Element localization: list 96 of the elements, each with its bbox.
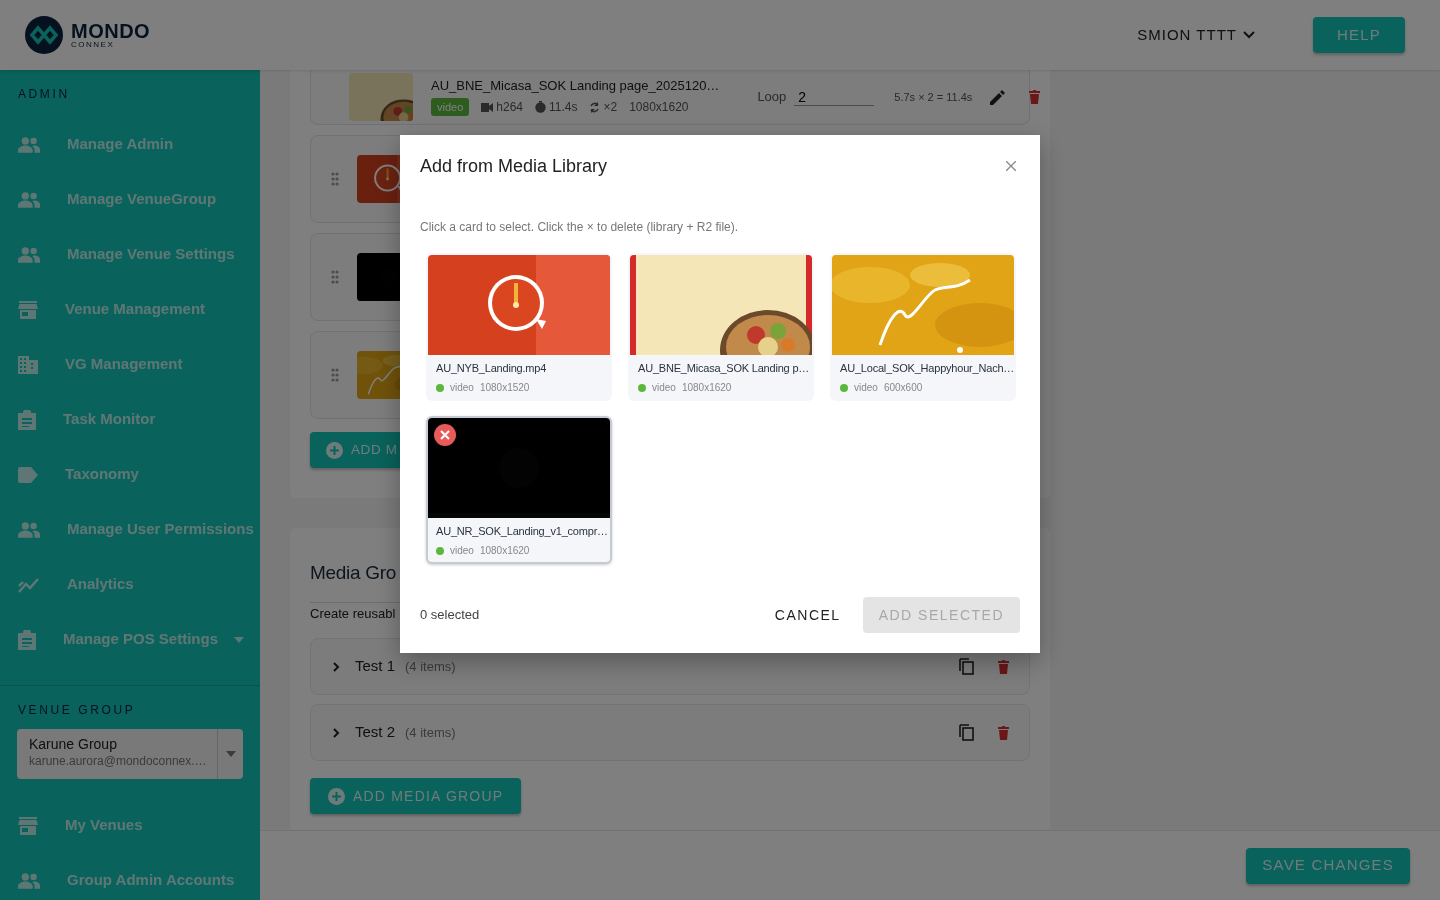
copy-icon[interactable] <box>959 658 974 675</box>
logo-tagline: CONNEX <box>71 41 116 49</box>
caret-icon <box>225 751 236 757</box>
type-text: video <box>854 381 878 395</box>
sidebar-item[interactable]: Manage User Permissions <box>0 502 260 557</box>
venue-group-select[interactable]: Karune Group karune.aurora@mondoconnex.… <box>17 729 243 779</box>
codec-text: h264 <box>496 99 523 116</box>
section-title: ADMIN <box>17 86 71 101</box>
type-badge: video <box>431 97 470 117</box>
sidebar-item[interactable]: Group Admin Accounts <box>0 853 260 900</box>
media-title: AU_BNE_Micasa_SOK Landing page_2025120… <box>431 77 720 94</box>
pencil-icon[interactable] <box>990 89 1006 105</box>
file-name: AU_BNE_Micasa_SOK Landing p… <box>637 361 811 375</box>
resolution-text: 1080x1620 <box>681 381 732 395</box>
chevron-right-icon[interactable] <box>331 727 341 738</box>
file-name: AU_NYB_Landing.mp4 <box>435 361 548 375</box>
select-value: Karune Group <box>29 736 118 753</box>
media-card[interactable]: AU_BNE_Micasa_SOK Landing p… video 1080x1620 <box>628 253 814 401</box>
status-dot <box>840 383 848 392</box>
store-icon <box>18 816 38 835</box>
delete-icon[interactable] <box>434 424 456 446</box>
repeat-icon <box>589 101 601 113</box>
close-icon <box>1006 161 1016 171</box>
add-media-group-button[interactable]: ADD MEDIA GROUP <box>310 778 522 814</box>
file-name: AU_NR_SOK_Landing_v1_compr… <box>435 524 609 538</box>
status-dot <box>436 383 444 392</box>
sidebar-item[interactable]: VG Management <box>0 337 260 392</box>
sidebar-item[interactable]: Taxonomy <box>0 447 260 502</box>
drag-handle-icon[interactable] <box>331 172 339 186</box>
group-name: Test 1 <box>355 656 396 677</box>
people-icon <box>18 136 40 153</box>
trash-icon[interactable] <box>998 659 1009 674</box>
store-icon <box>18 300 38 319</box>
logo-text: MONDO <box>71 21 151 41</box>
caret-icon <box>234 637 245 644</box>
copy-icon[interactable] <box>959 724 974 741</box>
type-text: video <box>450 544 474 558</box>
duration-formula: 5.7s × 2 = 11.4s <box>894 89 973 105</box>
resolution-text: 1080x1620 <box>629 99 689 116</box>
plus-circle-icon <box>326 441 343 459</box>
people-icon <box>18 521 40 538</box>
clipboard-icon <box>18 409 36 430</box>
hint-text: Click a card to select. Click the × to delete (library + R2 file). <box>419 219 740 236</box>
drag-handle-icon[interactable] <box>331 270 339 284</box>
trend-icon <box>18 576 40 593</box>
building-icon <box>18 355 38 374</box>
item-count: (4 items) <box>405 723 456 742</box>
people-icon <box>18 872 40 889</box>
group-name: Test 2 <box>355 722 396 743</box>
section-heading: Media Gro <box>310 561 397 585</box>
media-card[interactable]: AU_Local_SOK_Happyhour_Nach… video 600x600 <box>830 253 1016 401</box>
section-title: VENUE GROUP <box>17 702 137 717</box>
media-card[interactable]: AU_NYB_Landing.mp4 video 1080x1520 <box>426 253 612 401</box>
status-dot <box>436 546 444 555</box>
help-button[interactable]: HELP <box>1313 17 1405 53</box>
drag-handle-icon[interactable] <box>331 368 339 382</box>
sidebar-item[interactable]: Manage Venue Settings <box>0 227 260 282</box>
sidebar-item[interactable]: Task Monitor <box>0 392 260 447</box>
sidebar-item[interactable]: Manage Admin <box>0 117 260 172</box>
item-count: (4 items) <box>405 657 456 676</box>
stopwatch-icon <box>535 101 546 113</box>
file-name: AU_Local_SOK_Happyhour_Nach… <box>839 361 1014 375</box>
status-dot <box>638 383 646 392</box>
resolution-text: 600x600 <box>883 381 923 395</box>
media-card[interactable]: AU_NR_SOK_Landing_v1_compr… video 1080x1620 <box>426 416 612 564</box>
trash-icon[interactable] <box>1029 90 1041 104</box>
logo[interactable]: MONDO CONNEX <box>25 16 151 54</box>
plus-circle-icon <box>328 787 345 805</box>
loop-label: Loop <box>757 88 787 107</box>
trash-icon[interactable] <box>998 725 1009 740</box>
loop-count-text: ×2 <box>603 99 618 116</box>
select-subtext: karune.aurora@mondoconnex.… <box>29 753 205 769</box>
chevron-right-icon[interactable] <box>331 661 341 672</box>
sidebar-item[interactable]: My Venues <box>0 798 260 853</box>
sidebar-item[interactable]: Analytics <box>0 557 260 612</box>
people-icon <box>18 246 40 263</box>
media-group-row[interactable]: Test 2 (4 items) <box>310 704 1030 761</box>
selected-count: 0 selected <box>420 606 480 625</box>
sidebar-item[interactable]: Manage POS Settings <box>0 612 260 667</box>
tag-icon <box>18 466 38 483</box>
resolution-text: 1080x1620 <box>479 544 530 558</box>
people-icon <box>18 191 40 208</box>
user-menu[interactable]: SMION TTTT <box>1131 22 1261 48</box>
duration-text: 11.4s <box>549 99 578 116</box>
camera-icon <box>481 102 494 112</box>
clipboard-icon <box>18 629 36 650</box>
save-changes-button[interactable]: SAVE CHANGES <box>1246 847 1410 884</box>
sidebar-item[interactable]: Manage VenueGroup <box>0 172 260 227</box>
type-text: video <box>652 381 676 395</box>
sidebar-item[interactable]: Venue Management <box>0 282 260 337</box>
loop-input[interactable]: 2 <box>794 88 875 106</box>
type-text: video <box>450 381 474 395</box>
chevron-down-icon <box>1243 31 1255 39</box>
modal-title: Add from Media Library <box>420 155 608 177</box>
resolution-text: 1080x1520 <box>479 381 530 395</box>
logo-mark-icon <box>25 16 63 54</box>
